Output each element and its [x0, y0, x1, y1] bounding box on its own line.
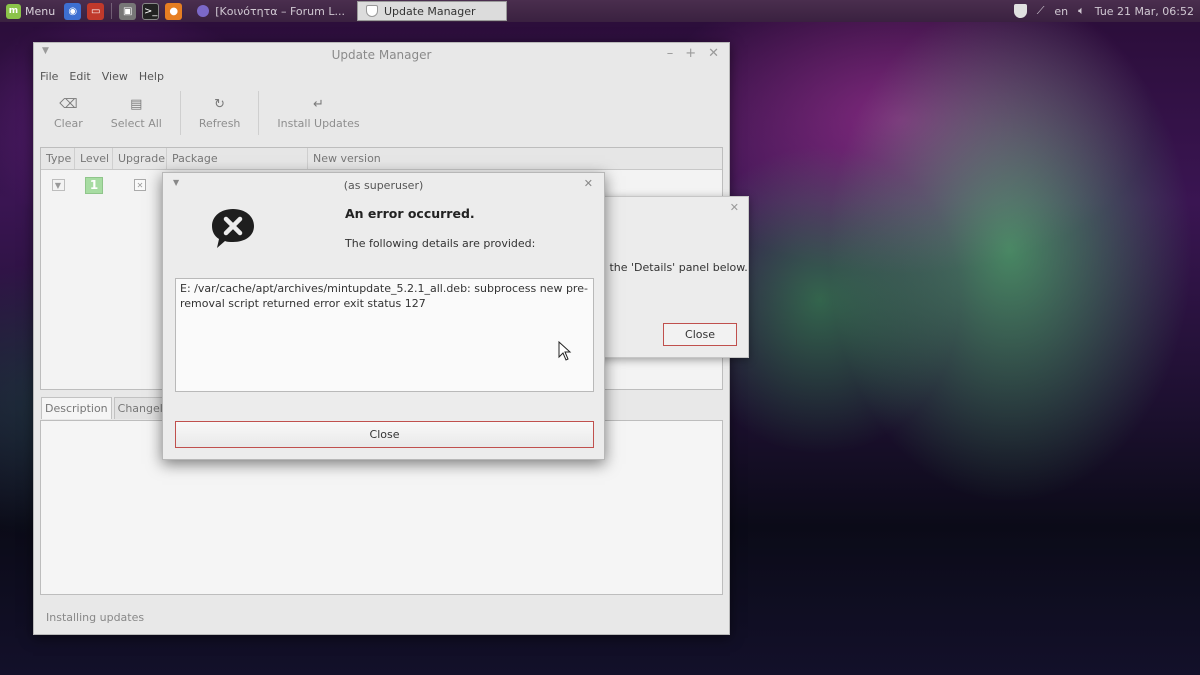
level-badge: 1 [85, 176, 103, 194]
shield-task-icon [366, 5, 378, 17]
install-updates-button[interactable]: ↵ Install Updates [263, 87, 373, 139]
menu-view[interactable]: View [102, 70, 128, 83]
maximize-icon[interactable]: + [685, 46, 696, 61]
update-shield-icon[interactable] [1013, 4, 1027, 18]
column-upgrade[interactable]: Upgrade [113, 148, 167, 169]
firefox-launcher-icon[interactable]: ● [165, 2, 183, 20]
network-icon[interactable]: ⟋ [1037, 4, 1045, 18]
forum-task-icon [197, 5, 210, 17]
minimize-icon[interactable]: – [667, 46, 674, 61]
mint-logo-icon: m [6, 3, 21, 19]
info-tabs: Description Changelog [41, 397, 181, 419]
error-details-field[interactable]: E: /var/cache/apt/archives/mintupdate_5.… [175, 278, 594, 392]
system-tray: ⟋ en 🔈︎ Tue 21 Mar, 06:52 [1013, 4, 1200, 18]
task-forum-label: [Κοινότητα – Forum L... [215, 4, 345, 18]
menu-label: Menu [25, 4, 56, 18]
volume-icon[interactable]: 🔈︎ [1078, 4, 1085, 18]
task-forum[interactable]: [Κοινότητα – Forum L... [189, 1, 353, 21]
install-updates-label: Install Updates [277, 116, 360, 130]
download-icon: ▼ [51, 179, 65, 191]
menu-edit[interactable]: Edit [69, 70, 90, 83]
column-type[interactable]: Type [41, 148, 75, 169]
toolbar-separator [179, 91, 181, 135]
clock[interactable]: Tue 21 Mar, 06:52 [1095, 5, 1194, 18]
refresh-button[interactable]: ↻ Refresh [185, 87, 255, 139]
column-new-version[interactable]: New version [308, 148, 722, 169]
bg-dialog-close-icon[interactable]: ✕ [730, 201, 739, 214]
backspace-icon: ⌫ [59, 96, 78, 112]
menu-file[interactable]: File [40, 70, 58, 83]
refresh-icon: ↻ [214, 96, 226, 112]
clear-button[interactable]: ⌫ Clear [40, 87, 97, 139]
error-icon [212, 209, 254, 248]
dialog-close-icon[interactable]: ✕ [584, 177, 593, 190]
toolbar-separator [258, 91, 260, 135]
mouse-cursor-icon [558, 341, 572, 361]
status-text: Installing updates [46, 611, 145, 624]
task-update-manager-label: Update Manager [384, 4, 476, 18]
top-panel: m Menu ◉ ▭ ▣ >_ ● [Κοινότητα – Forum L..… [0, 0, 1200, 22]
error-dialog-title: (as superuser) [343, 178, 424, 192]
background-dialog: ✕ d the 'Details' panel below. Close [598, 196, 749, 358]
column-level[interactable]: Level [75, 148, 113, 169]
keyboard-layout[interactable]: en [1054, 5, 1068, 18]
task-update-manager[interactable]: Update Manager [357, 1, 507, 21]
bg-dialog-close-button[interactable]: Close [663, 323, 737, 346]
window-titlebar[interactable]: ▼ Update Manager – + ✕ [34, 43, 729, 67]
document-icon: ▤ [130, 96, 143, 112]
panel-separator [111, 3, 113, 19]
select-all-button[interactable]: ▤ Select All [97, 87, 176, 139]
browser-launcher-icon[interactable]: ◉ [64, 2, 82, 20]
close-icon[interactable]: ✕ [708, 46, 719, 61]
clear-label: Clear [54, 116, 83, 130]
refresh-label: Refresh [198, 116, 241, 130]
menu-help[interactable]: Help [139, 70, 164, 83]
window-menu-icon[interactable]: ▼ [42, 46, 49, 56]
menu-button[interactable]: m Menu [0, 0, 61, 22]
table-header: Type Level Upgrade Package New version [41, 148, 722, 170]
app-launcher-icon[interactable]: ▭ [87, 2, 105, 20]
return-arrow-icon: ↵ [313, 96, 324, 112]
error-dialog: ▼ (as superuser) ✕ An error occurred. Th… [162, 172, 605, 460]
error-heading: An error occurred. [345, 206, 475, 221]
window-title: Update Manager [331, 48, 432, 62]
select-all-label: Select All [110, 116, 162, 130]
error-dialog-titlebar[interactable]: ▼ (as superuser) ✕ [163, 173, 604, 197]
menubar: File Edit View Help [34, 67, 729, 85]
files-launcher-icon[interactable]: ▣ [119, 2, 137, 20]
column-package[interactable]: Package [167, 148, 308, 169]
upgrade-checkbox[interactable]: ✕ [134, 179, 146, 191]
toolbar: ⌫ Clear ▤ Select All ↻ Refresh ↵ Install… [34, 85, 729, 141]
tab-description[interactable]: Description [41, 397, 112, 419]
dialog-menu-icon[interactable]: ▼ [173, 178, 179, 187]
error-close-button[interactable]: Close [175, 421, 594, 448]
terminal-launcher-icon[interactable]: >_ [142, 2, 160, 20]
error-subheading: The following details are provided: [345, 237, 536, 250]
bg-dialog-text: d the 'Details' panel below. [599, 261, 748, 274]
